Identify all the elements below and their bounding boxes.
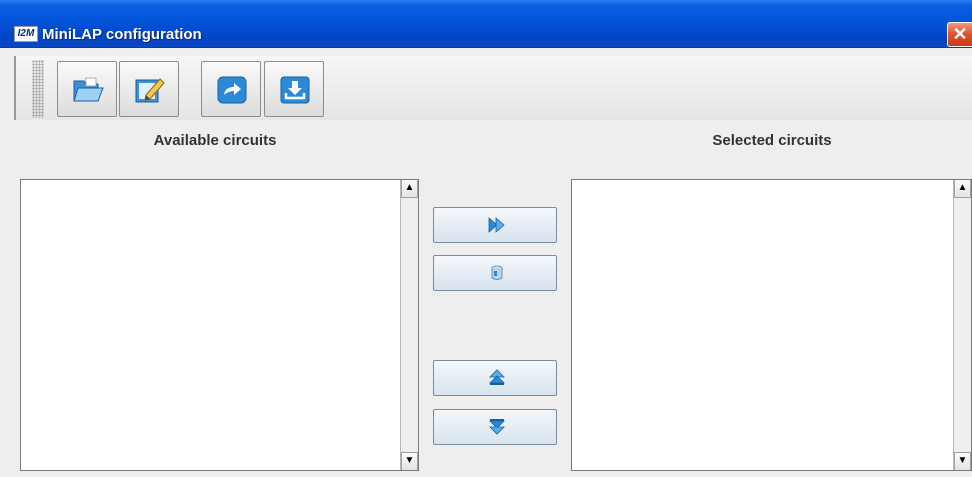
selected-circuits-label: Selected circuits (712, 132, 832, 149)
selected-list-scrollbar[interactable]: ▲ ▼ (953, 180, 971, 470)
toolbar (14, 56, 972, 120)
title-bar[interactable]: I2M MiniLAP configuration ✕ (0, 0, 972, 48)
toolbar-grip-icon[interactable] (32, 60, 44, 118)
available-circuits-label: Available circuits (153, 132, 277, 149)
download-button[interactable] (264, 61, 324, 117)
available-list-scrollbar[interactable]: ▲ ▼ (400, 180, 418, 470)
app-logo-icon: I2M (14, 26, 38, 42)
edit-button[interactable] (119, 61, 179, 117)
move-up-button[interactable] (433, 360, 557, 396)
selected-circuits-list[interactable]: ▲ ▼ (571, 179, 972, 471)
close-button[interactable]: ✕ (947, 22, 972, 47)
scroll-up-icon[interactable]: ▲ (401, 180, 418, 198)
add-circuit-button[interactable] (433, 207, 557, 243)
scroll-down-icon[interactable]: ▼ (401, 452, 418, 470)
available-circuits-list[interactable]: ▲ ▼ (20, 179, 419, 471)
open-folder-button[interactable] (57, 61, 117, 117)
export-button[interactable] (201, 61, 261, 117)
scroll-up-icon[interactable]: ▲ (954, 180, 971, 198)
database-button[interactable] (433, 255, 557, 291)
move-down-button[interactable] (433, 409, 557, 445)
scroll-down-icon[interactable]: ▼ (954, 452, 971, 470)
window-body: Available circuits Selected circuits ▲ ▼… (0, 48, 972, 477)
window-title: MiniLAP configuration (42, 26, 202, 43)
